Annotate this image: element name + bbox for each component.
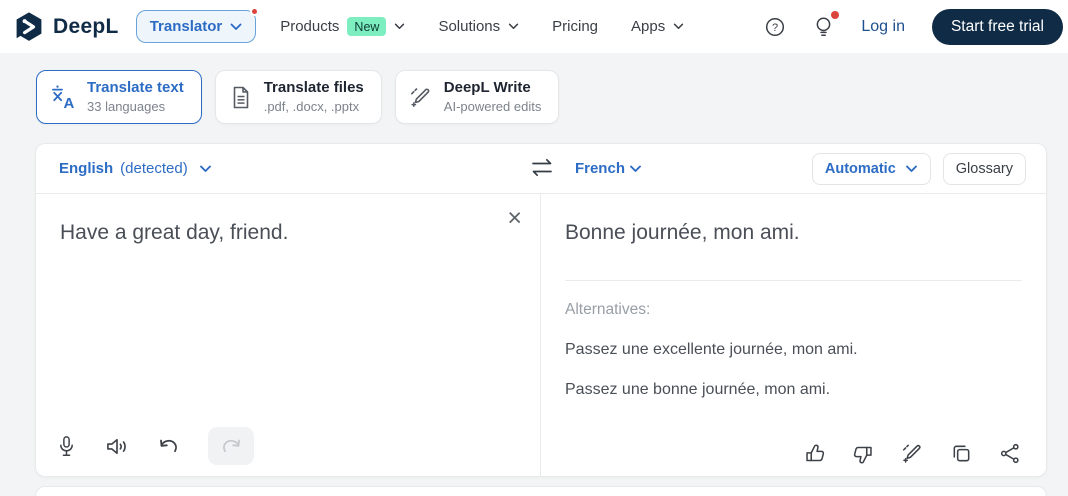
divider bbox=[565, 280, 1022, 282]
microphone-icon[interactable] bbox=[56, 434, 77, 459]
chevron-down-icon bbox=[230, 23, 242, 30]
detected-note: (detected) bbox=[120, 160, 188, 177]
chevron-down-icon bbox=[674, 23, 684, 29]
tab-title: Translate files bbox=[263, 79, 364, 96]
notification-dot bbox=[250, 7, 260, 16]
deepl-logo-icon[interactable] bbox=[13, 11, 45, 43]
undo-icon[interactable] bbox=[157, 435, 181, 457]
tab-subtitle: .pdf, .docx, .pptx bbox=[263, 98, 360, 114]
nav-links: Products New Solutions Pricing Apps bbox=[280, 17, 684, 36]
thumbs-up-icon[interactable] bbox=[803, 443, 826, 465]
tab-translate-text[interactable]: A Translate text 33 languages bbox=[36, 70, 202, 124]
source-language-selector[interactable]: English (detected) bbox=[36, 160, 541, 177]
products-label: Products bbox=[280, 18, 340, 35]
translator-menu-label: Translator bbox=[149, 18, 223, 35]
target-text-panel[interactable]: Bonne journée, mon ami. Alternatives: Pa… bbox=[541, 194, 1046, 476]
nav-item-products[interactable]: Products New bbox=[280, 17, 405, 36]
translated-text[interactable]: Bonne journée, mon ami. bbox=[565, 219, 1022, 247]
glossary-button[interactable]: Glossary bbox=[942, 152, 1026, 185]
formality-selector[interactable]: Automatic bbox=[811, 152, 931, 185]
apps-label: Apps bbox=[631, 18, 666, 35]
tab-title: DeepL Write bbox=[443, 79, 531, 96]
whats-new-bulb-icon[interactable] bbox=[813, 10, 840, 39]
chevron-down-icon bbox=[905, 165, 917, 172]
tab-subtitle: 33 languages bbox=[87, 98, 166, 114]
tab-title: Translate text bbox=[87, 79, 184, 96]
tab-deepl-write[interactable]: DeepL Write AI-powered edits bbox=[394, 70, 560, 124]
svg-text:A: A bbox=[64, 95, 75, 110]
mode-tabs: A Translate text 33 languages Translate … bbox=[36, 70, 1068, 124]
source-text[interactable]: Have a great day, friend. bbox=[60, 219, 516, 247]
target-toolbar bbox=[803, 442, 1022, 465]
next-section-card bbox=[35, 486, 1047, 496]
translator-menu-button[interactable]: Translator bbox=[135, 7, 260, 43]
swap-languages-icon[interactable] bbox=[530, 157, 554, 179]
notification-dot bbox=[831, 10, 840, 19]
chevron-down-icon bbox=[199, 165, 211, 172]
copy-icon[interactable] bbox=[950, 442, 973, 465]
source-language-label: English bbox=[59, 160, 114, 177]
nav-right-group: ? Log in Start free trial bbox=[764, 8, 1066, 45]
thumbs-down-icon[interactable] bbox=[852, 443, 875, 465]
login-link[interactable]: Log in bbox=[861, 18, 905, 36]
source-text-panel[interactable]: Have a great day, friend. × bbox=[36, 194, 541, 476]
chevron-down-icon[interactable] bbox=[629, 165, 642, 173]
brand-name[interactable]: DeepL bbox=[53, 15, 119, 39]
help-icon[interactable]: ? bbox=[764, 16, 786, 38]
target-language-label[interactable]: French bbox=[575, 160, 625, 177]
chevron-down-icon bbox=[508, 23, 519, 29]
speaker-icon[interactable] bbox=[104, 435, 130, 458]
alternative-option[interactable]: Passez une excellente journée, mon ami. bbox=[565, 341, 1022, 359]
alternative-option[interactable]: Passez une bonne journée, mon ami. bbox=[565, 381, 1022, 399]
top-navbar: DeepL Translator Products New Solutions … bbox=[0, 0, 1068, 53]
improve-write-icon[interactable] bbox=[901, 442, 924, 465]
alternatives-label: Alternatives: bbox=[565, 301, 651, 319]
new-badge: New bbox=[347, 17, 387, 36]
tab-translate-files[interactable]: Translate files .pdf, .docx, .pptx bbox=[214, 70, 382, 124]
translate-icon: A bbox=[52, 85, 75, 110]
chevron-down-icon bbox=[395, 23, 405, 29]
start-free-trial-button[interactable]: Start free trial bbox=[931, 8, 1063, 45]
nav-item-pricing[interactable]: Pricing bbox=[552, 18, 598, 35]
redo-icon[interactable] bbox=[208, 427, 254, 465]
nav-item-solutions[interactable]: Solutions bbox=[438, 18, 519, 35]
pricing-label: Pricing bbox=[552, 18, 599, 35]
pen-sparkles-icon bbox=[410, 87, 430, 107]
share-icon[interactable] bbox=[999, 442, 1022, 465]
translation-panels: Have a great day, friend. × Bonne journé… bbox=[36, 194, 1046, 476]
target-language-area: French Automatic Glossary bbox=[541, 152, 1046, 185]
nav-item-apps[interactable]: Apps bbox=[631, 18, 684, 35]
clear-source-icon[interactable]: × bbox=[507, 206, 522, 231]
language-bar: English (detected) French Automatic Glos… bbox=[36, 144, 1046, 194]
formality-label: Automatic bbox=[824, 160, 896, 177]
document-icon bbox=[233, 86, 249, 108]
source-toolbar bbox=[56, 427, 254, 465]
solutions-label: Solutions bbox=[438, 18, 501, 35]
tab-subtitle: AI-powered edits bbox=[443, 98, 542, 114]
translator-card: English (detected) French Automatic Glos… bbox=[35, 143, 1047, 477]
svg-text:?: ? bbox=[772, 22, 778, 34]
